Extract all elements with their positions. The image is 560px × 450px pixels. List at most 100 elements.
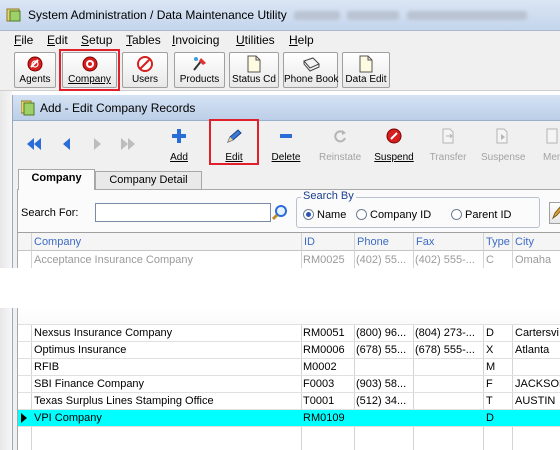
- products-icon: [192, 57, 206, 71]
- agents-button[interactable]: Agents: [14, 52, 56, 88]
- products-button[interactable]: Products: [174, 52, 225, 88]
- table-row[interactable]: Nexsus Insurance Company RM0051 (800) 96…: [18, 325, 560, 342]
- cell-id: RM0006: [303, 344, 345, 356]
- menu-bar: File Edit Setup Tables Invoicing Utiliti…: [0, 31, 560, 49]
- cell-id: RM0109: [303, 412, 345, 424]
- cell-company: SBI Finance Company: [34, 378, 145, 390]
- status-cd-button[interactable]: Status Cd: [229, 52, 279, 88]
- cell-phone: (402) 55...: [356, 254, 407, 266]
- cell-city: AUSTIN: [515, 395, 556, 407]
- data-edit-label: Data Edit: [345, 74, 387, 85]
- child-window-title: Add - Edit Company Records: [40, 101, 196, 115]
- radio-parent-id[interactable]: Parent ID: [451, 209, 511, 221]
- first-record-button[interactable]: [25, 127, 43, 165]
- radio-dot[interactable]: [303, 209, 314, 220]
- column-city[interactable]: City: [515, 236, 534, 248]
- suspense-label: Suspense: [481, 152, 526, 163]
- cell-phone: (512) 34...: [356, 395, 407, 407]
- search-by-group: Search By Name Company ID Parent ID: [296, 190, 540, 228]
- cell-id: M0002: [303, 361, 337, 373]
- table-row[interactable]: [18, 308, 560, 325]
- window-icon: [21, 100, 35, 116]
- search-by-label: Search By: [301, 190, 356, 202]
- tab-company[interactable]: Company: [18, 169, 95, 190]
- pencil-icon: [551, 206, 560, 220]
- search-for-label: Search For:: [21, 207, 79, 219]
- table-row[interactable]: RFIB M0002 M: [18, 359, 560, 376]
- search-icon[interactable]: [271, 204, 289, 222]
- cell-type: D: [486, 412, 494, 424]
- cell-city: Omaha: [515, 254, 552, 266]
- app-title: System Administration / Data Maintenance…: [28, 8, 527, 22]
- cell-id: F0003: [303, 378, 335, 390]
- suspense-button[interactable]: Suspense: [481, 127, 525, 165]
- users-label: Users: [131, 74, 159, 85]
- table-row[interactable]: Optimus Insurance RM0006 (678) 55... (67…: [18, 342, 560, 359]
- radio-dot[interactable]: [451, 209, 462, 220]
- cell-company: Nexsus Insurance Company: [34, 327, 173, 339]
- document-icon: [247, 55, 261, 73]
- column-fax[interactable]: Fax: [416, 236, 434, 248]
- double-right-arrow-icon: [121, 138, 135, 150]
- cell-type: M: [486, 361, 496, 373]
- redacted-text: [294, 11, 341, 21]
- radio-parent-id-label: Parent ID: [465, 209, 512, 221]
- add-label: Add: [170, 152, 188, 163]
- cell-company: Texas Surplus Lines Stamping Office: [34, 395, 214, 407]
- next-record-button[interactable]: [91, 127, 105, 165]
- radio-name[interactable]: Name: [303, 209, 346, 221]
- column-phone[interactable]: Phone: [357, 236, 389, 248]
- suspense-icon: [496, 128, 508, 144]
- cell-company: VPI Company: [34, 412, 102, 424]
- suspend-button[interactable]: Suspend: [374, 127, 414, 165]
- last-record-button[interactable]: [119, 127, 137, 165]
- agents-label: Agents: [19, 74, 51, 85]
- menu-file[interactable]: File: [14, 33, 33, 47]
- plus-icon: [172, 129, 186, 143]
- cell-company: Optimus Insurance: [34, 344, 127, 356]
- users-button[interactable]: Users: [122, 52, 168, 88]
- column-id[interactable]: ID: [304, 236, 315, 248]
- previous-record-button[interactable]: [59, 127, 73, 165]
- menu-invoicing[interactable]: Invoicing: [172, 33, 219, 47]
- double-left-arrow-icon: [27, 138, 41, 150]
- delete-button[interactable]: Delete: [272, 127, 300, 165]
- column-company[interactable]: Company: [34, 236, 81, 248]
- menu-setup[interactable]: Setup: [81, 33, 112, 47]
- status-cd-label: Status Cd: [232, 74, 276, 85]
- occluded-region: [0, 268, 560, 308]
- pencil-tool-button[interactable]: [549, 202, 560, 224]
- column-type[interactable]: Type: [486, 236, 510, 248]
- transfer-label: Transfer: [429, 152, 467, 163]
- transfer-icon: [442, 128, 454, 144]
- table-row-selected[interactable]: VPI Company RM0109 D: [18, 410, 560, 427]
- redacted-text: [406, 11, 527, 21]
- menu-help[interactable]: Help: [289, 33, 314, 47]
- tab-company-detail[interactable]: Company Detail: [95, 171, 202, 189]
- cell-city: Cartersvi: [515, 327, 560, 339]
- add-button[interactable]: Add: [168, 127, 190, 165]
- child-titlebar: Add - Edit Company Records: [13, 95, 560, 121]
- cell-type: F: [486, 378, 493, 390]
- radio-dot[interactable]: [356, 209, 367, 220]
- cell-company: Acceptance Insurance Company: [34, 254, 193, 266]
- cell-phone: (903) 58...: [356, 378, 407, 390]
- reinstate-button[interactable]: Reinstate: [319, 127, 361, 165]
- memo-button[interactable]: Mem: [543, 127, 560, 165]
- radio-company-id[interactable]: Company ID: [356, 209, 431, 221]
- menu-edit[interactable]: Edit: [47, 33, 68, 47]
- menu-tables[interactable]: Tables: [126, 33, 161, 47]
- data-edit-button[interactable]: Data Edit: [342, 52, 390, 88]
- table-row[interactable]: Acceptance Insurance Company RM0025 (402…: [18, 252, 560, 269]
- menu-utilities[interactable]: Utilities: [236, 33, 275, 47]
- cell-type: T: [486, 395, 493, 407]
- transfer-button[interactable]: Transfer: [430, 127, 466, 165]
- current-row-indicator-icon: [21, 413, 27, 423]
- phone-book-button[interactable]: Phone Book: [283, 52, 339, 88]
- table-row[interactable]: Texas Surplus Lines Stamping Office T000…: [18, 393, 560, 410]
- search-input[interactable]: [95, 203, 271, 222]
- table-row[interactable]: SBI Finance Company F0003 (903) 58... F …: [18, 376, 560, 393]
- agents-icon: [27, 56, 43, 72]
- right-arrow-icon: [94, 138, 101, 150]
- cell-type: X: [486, 344, 494, 356]
